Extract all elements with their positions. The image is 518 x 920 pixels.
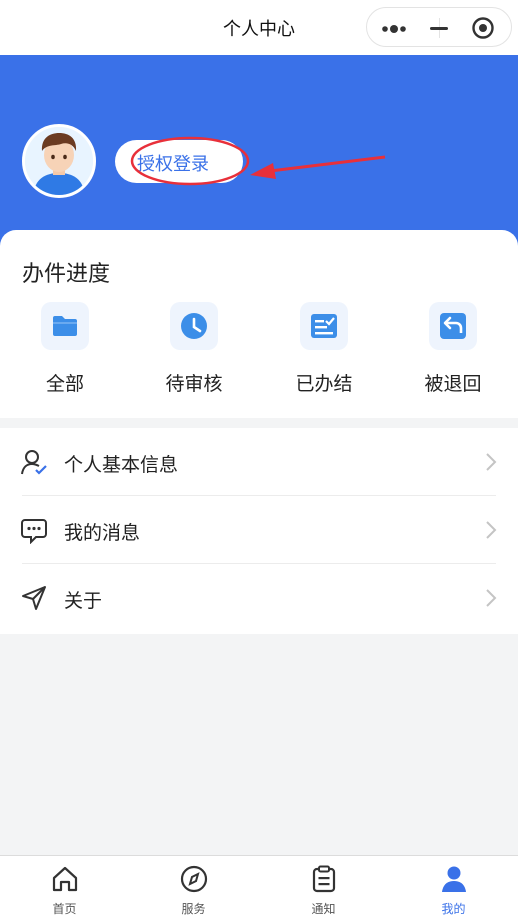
menu-item-messages[interactable]: 我的消息 [0, 496, 518, 564]
checklist-icon [300, 302, 348, 350]
tab-label: 首页 [52, 902, 77, 916]
tab-service[interactable]: 服务 [129, 856, 258, 920]
avatar-illustration-icon [25, 127, 93, 195]
tab-label: 服务 [181, 902, 206, 916]
compass-icon [180, 865, 208, 893]
progress-item-pending[interactable]: 待审核 [139, 302, 249, 402]
tab-home[interactable]: 首页 [0, 856, 129, 920]
return-icon [429, 302, 477, 350]
chevron-right-icon [484, 452, 498, 476]
close-icon[interactable] [471, 16, 495, 44]
menu-list: 个人基本信息 我的消息 关于 [0, 428, 518, 634]
tab-mine[interactable]: 我的 [389, 856, 518, 920]
tab-label: 通知 [311, 902, 336, 916]
tab-bar: 首页 服务 通知 我的 [0, 855, 518, 920]
progress-item-completed[interactable]: 已办结 [269, 302, 379, 402]
message-icon [20, 516, 48, 548]
chevron-right-icon [484, 588, 498, 612]
more-options-icon[interactable] [381, 21, 409, 40]
menu-item-label: 个人基本信息 [64, 454, 179, 476]
chevron-right-icon [484, 520, 498, 544]
mini-program-capsule [366, 7, 512, 47]
clipboard-icon [312, 865, 336, 893]
progress-item-all[interactable]: 全部 [10, 302, 120, 402]
user-icon [442, 866, 466, 892]
menu-item-personal-info[interactable]: 个人基本信息 [0, 428, 518, 496]
menu-item-label: 我的消息 [64, 522, 141, 544]
navigation-bar: 个人中心 [0, 0, 518, 55]
annotation-ellipse-icon [130, 136, 250, 186]
annotation-arrow-icon [250, 155, 386, 179]
folder-icon [41, 302, 89, 350]
progress-item-label: 已办结 [295, 373, 353, 395]
progress-title: 办件进度 [22, 262, 111, 287]
clock-icon [170, 302, 218, 350]
menu-item-label: 关于 [64, 590, 103, 612]
progress-card: 办件进度 全部 待审核 已办结 被退回 [0, 230, 518, 418]
menu-item-about[interactable]: 关于 [0, 564, 518, 632]
home-icon [52, 866, 78, 892]
progress-item-label: 被退回 [424, 373, 482, 395]
avatar[interactable] [22, 124, 96, 198]
progress-item-label: 全部 [45, 373, 84, 395]
minimize-icon[interactable] [429, 20, 449, 40]
progress-item-returned[interactable]: 被退回 [398, 302, 508, 402]
tab-label: 我的 [441, 902, 466, 916]
progress-item-label: 待审核 [165, 373, 223, 395]
send-icon [20, 584, 48, 616]
user-check-icon [20, 448, 48, 480]
tab-notice[interactable]: 通知 [259, 856, 388, 920]
